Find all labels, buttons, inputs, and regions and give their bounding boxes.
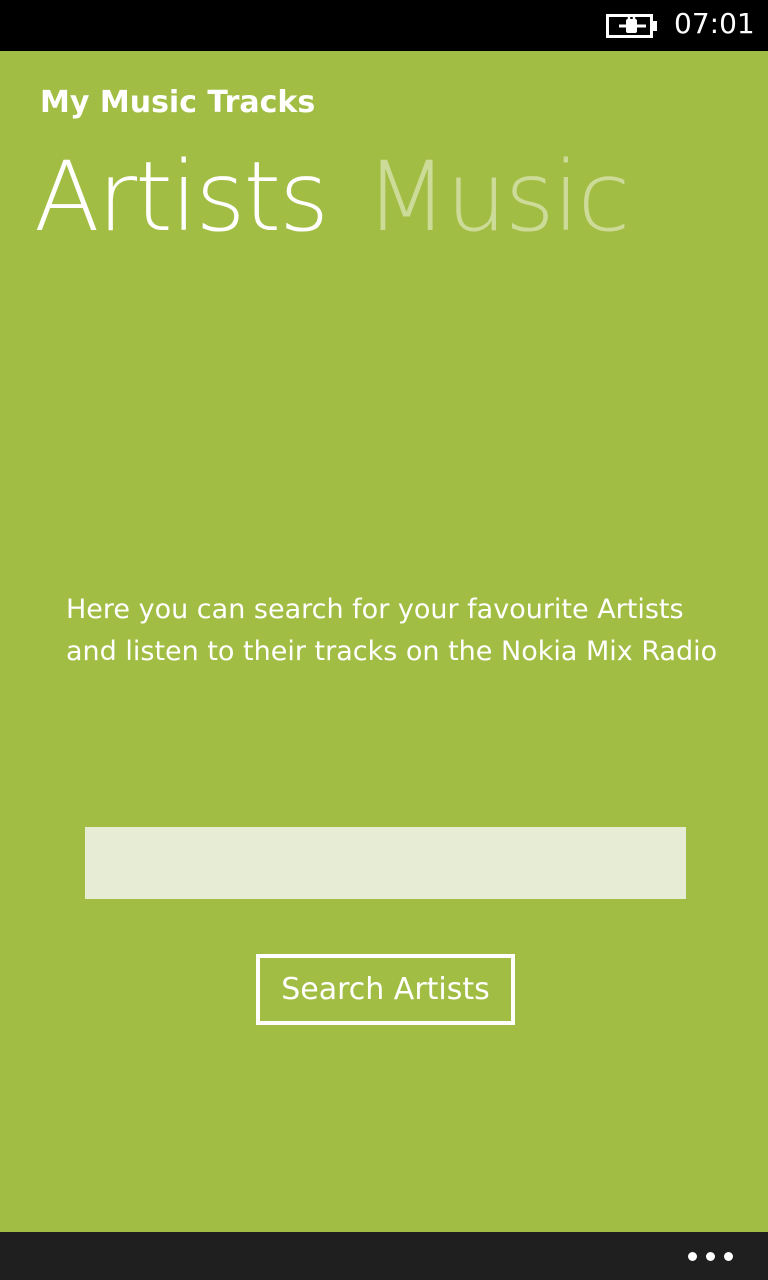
pivot-headers: Artists Music [34,137,666,257]
pivot-tab-music[interactable]: Music [365,137,630,257]
app-page: My Music Tracks Artists Music Here you ca… [0,51,768,1232]
ellipsis-dot [706,1252,715,1261]
status-bar: 07:01 [0,0,768,51]
artist-search-input[interactable] [85,827,686,899]
ellipsis-dot [688,1252,697,1261]
application-bar [0,1232,768,1280]
battery-charging-icon [606,14,657,38]
ellipsis-icon[interactable] [680,1242,740,1270]
search-artists-button[interactable]: Search Artists [256,954,515,1025]
app-title: My Music Tracks [40,85,316,120]
search-description: Here you can search for your favourite A… [66,594,718,667]
pivot-tab-artists[interactable]: Artists [34,137,329,257]
ellipsis-dot [724,1252,733,1261]
status-clock: 07:01 [674,7,755,40]
